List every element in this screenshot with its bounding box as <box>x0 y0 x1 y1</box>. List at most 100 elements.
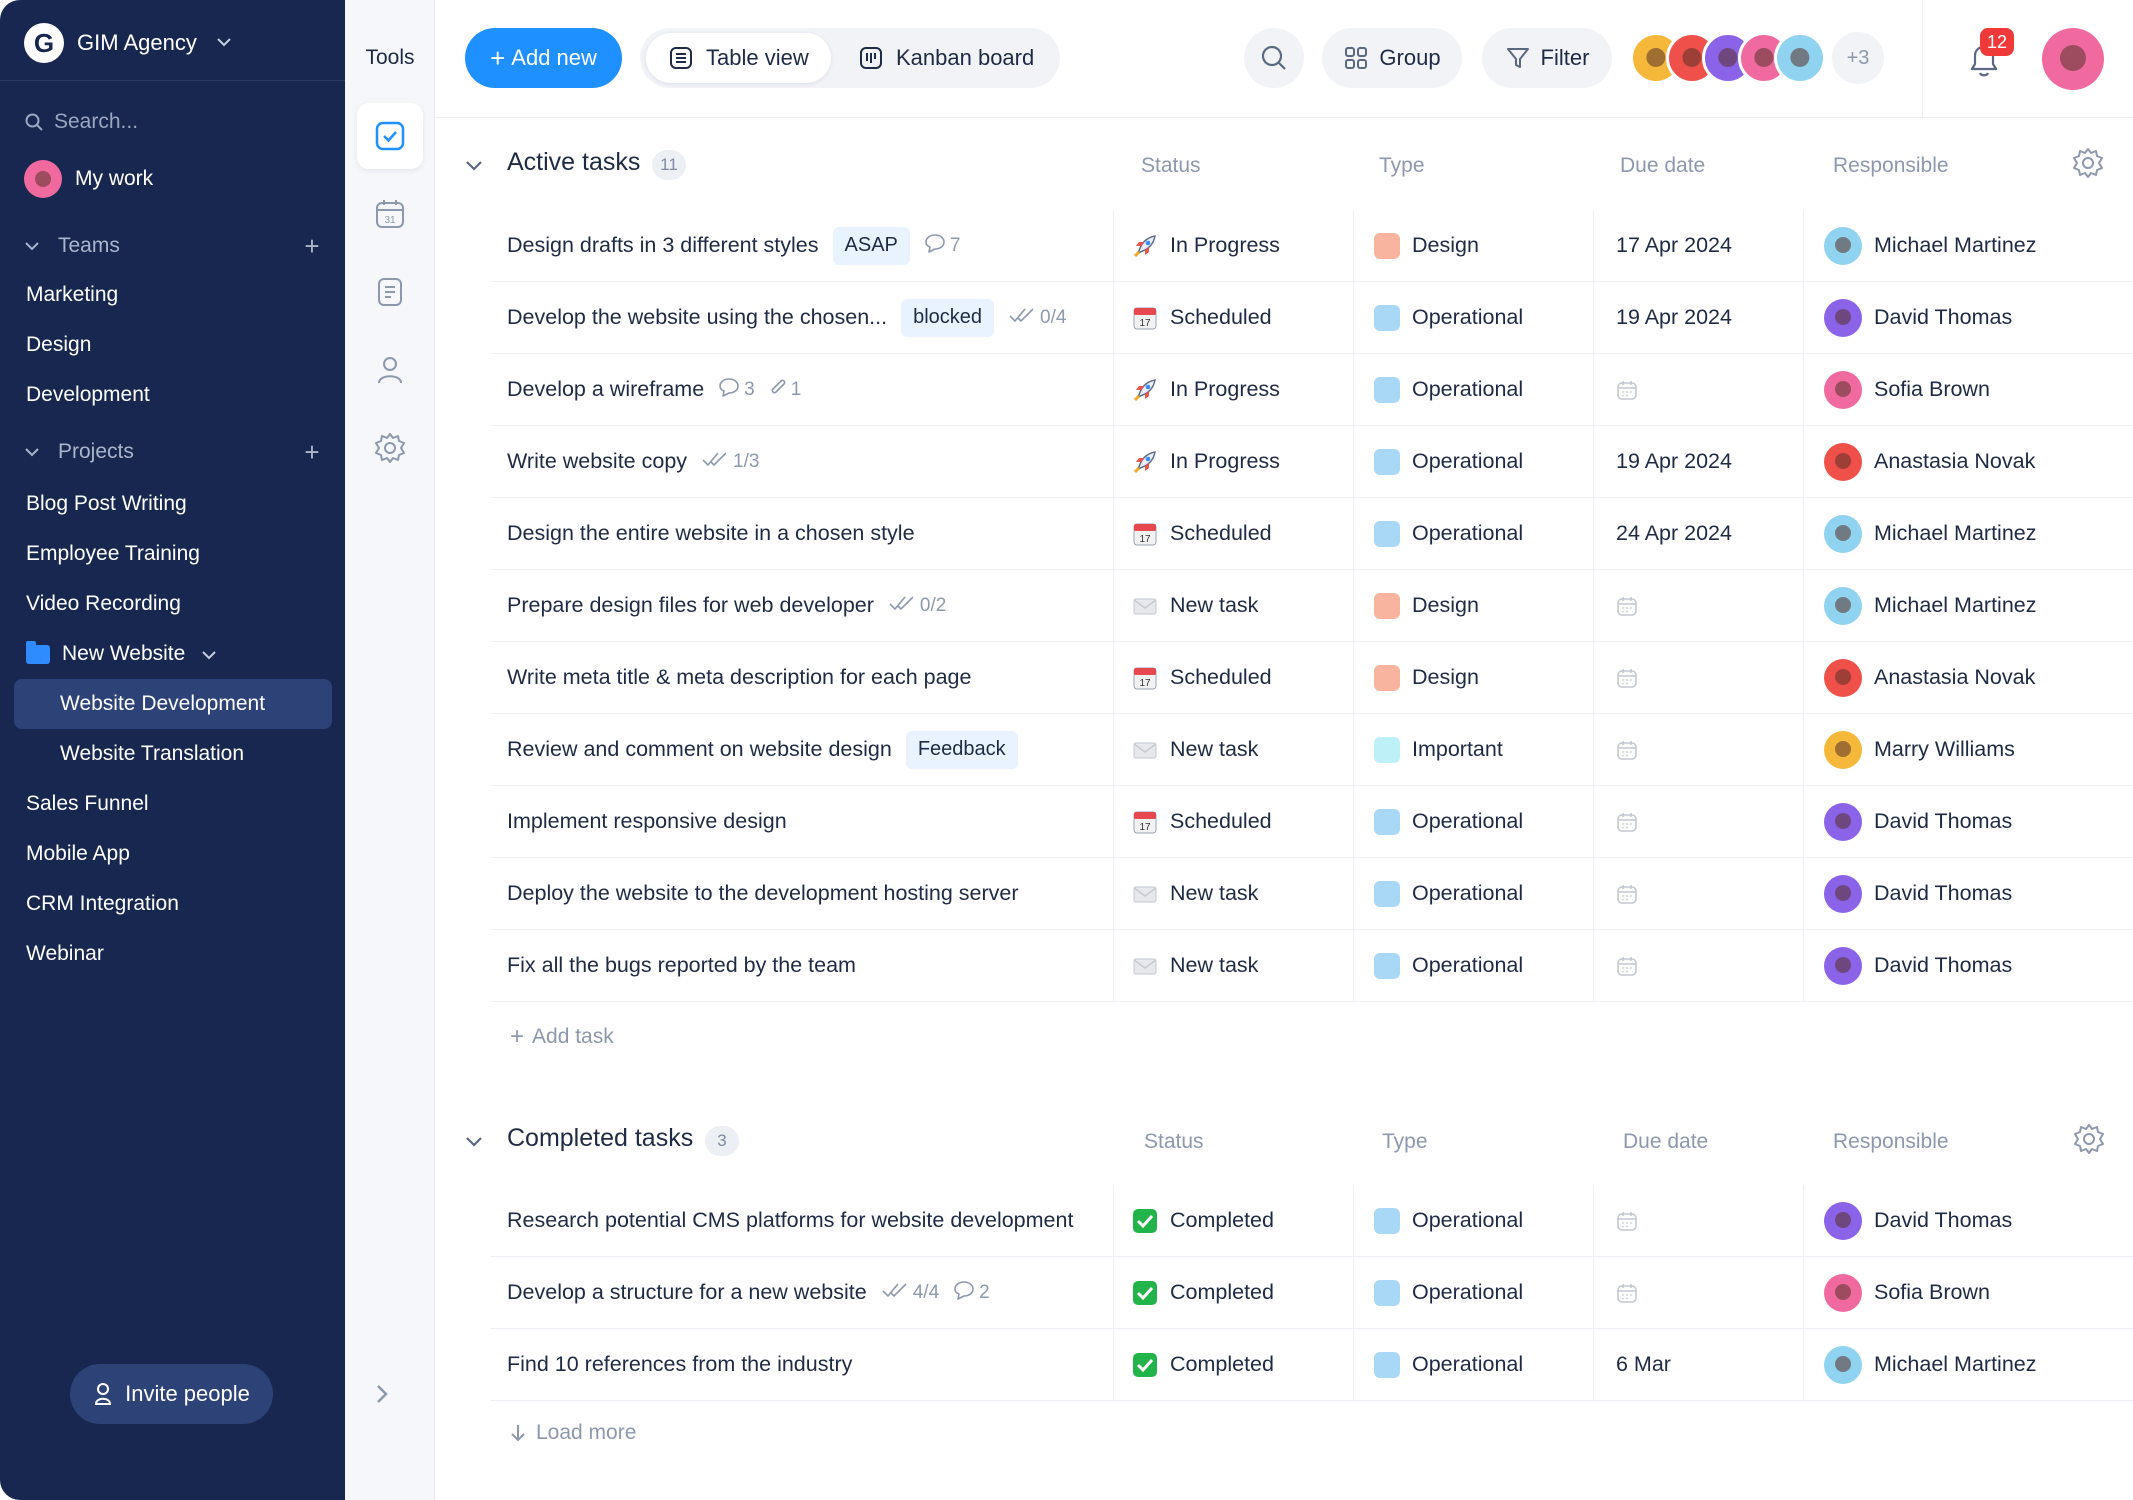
member-avatars[interactable]: +3 <box>1630 30 1884 86</box>
due-date-cell[interactable]: 6 Mar <box>1593 1329 1803 1400</box>
invite-people-button[interactable]: Invite people <box>70 1364 273 1424</box>
table-row[interactable]: Develop a wireframe 3 1 In Progress Operatio… <box>490 354 2133 426</box>
responsible-cell[interactable]: Michael Martinez <box>1803 1329 2133 1400</box>
sidebar-item-project[interactable]: Video Recording <box>14 579 332 629</box>
responsible-cell[interactable]: Marry Williams <box>1803 714 2133 785</box>
my-work-link[interactable]: My work <box>24 160 153 198</box>
task-cell[interactable]: Design drafts in 3 different styles ASAP 7 <box>507 210 1127 281</box>
status-cell[interactable]: In Progress <box>1113 354 1353 425</box>
table-row[interactable]: Research potential CMS platforms for web… <box>490 1185 2133 1257</box>
status-cell[interactable]: 17 Scheduled <box>1113 786 1353 857</box>
due-date-cell[interactable]: 19 Apr 2024 <box>1593 282 1803 353</box>
due-date-cell[interactable] <box>1593 354 1803 425</box>
responsible-cell[interactable]: David Thomas <box>1803 930 2133 1001</box>
table-row[interactable]: Fix all the bugs reported by the team New… <box>490 930 2133 1002</box>
type-cell[interactable]: Design <box>1353 642 1593 713</box>
sidebar-item-team[interactable]: Design <box>14 320 332 370</box>
responsible-cell[interactable]: Michael Martinez <box>1803 498 2133 569</box>
task-tag[interactable]: Feedback <box>905 730 1018 769</box>
type-cell[interactable]: Design <box>1353 210 1593 281</box>
table-row[interactable]: Write website copy 1/3 In Progress Operatio… <box>490 426 2133 498</box>
load-more-button[interactable]: Load more <box>510 1421 636 1445</box>
type-cell[interactable]: Operational <box>1353 498 1593 569</box>
type-cell[interactable]: Operational <box>1353 354 1593 425</box>
add-task-button[interactable]: + Add task <box>510 1023 614 1051</box>
type-cell[interactable]: Operational <box>1353 786 1593 857</box>
tab-table-view[interactable]: Table view <box>646 33 831 83</box>
filter-button[interactable]: Filter <box>1482 28 1612 88</box>
responsible-cell[interactable]: Sofia Brown <box>1803 1257 2133 1328</box>
sidebar-item-team[interactable]: Development <box>14 370 332 420</box>
task-cell[interactable]: Implement responsive design <box>507 786 1127 857</box>
status-cell[interactable]: In Progress <box>1113 210 1353 281</box>
calendar-icon[interactable] <box>1616 1210 1638 1232</box>
sidebar-item-project[interactable]: Website Translation <box>14 729 332 779</box>
due-date-cell[interactable] <box>1593 930 1803 1001</box>
column-header-status[interactable]: Status <box>1144 1130 1204 1154</box>
sidebar-folder[interactable]: New Website <box>14 629 332 679</box>
status-cell[interactable]: 17 Scheduled <box>1113 642 1353 713</box>
task-cell[interactable]: Write website copy 1/3 <box>507 426 1127 497</box>
user-avatar[interactable] <box>2042 28 2104 90</box>
table-row[interactable]: Review and comment on website design Feed… <box>490 714 2133 786</box>
task-cell[interactable]: Deploy the website to the development ho… <box>507 858 1127 929</box>
status-cell[interactable]: 17 Scheduled <box>1113 498 1353 569</box>
calendar-icon[interactable] <box>1616 811 1638 833</box>
chevron-down-icon[interactable] <box>465 1132 483 1153</box>
add-project-icon[interactable]: + <box>300 437 324 468</box>
sidebar-item-project[interactable]: Webinar <box>14 929 332 979</box>
workspace-switcher[interactable]: G GIM Agency <box>24 23 232 63</box>
due-date-cell[interactable] <box>1593 1185 1803 1256</box>
tab-kanban-board[interactable]: Kanban board <box>836 33 1056 83</box>
task-tag[interactable]: blocked <box>901 298 995 337</box>
calendar-icon[interactable] <box>1616 739 1638 761</box>
calendar-tool-button[interactable]: 31 <box>357 181 423 247</box>
responsible-cell[interactable]: David Thomas <box>1803 786 2133 857</box>
table-row[interactable]: Prepare design files for web developer 0/… <box>490 570 2133 642</box>
task-cell[interactable]: Find 10 references from the industry <box>507 1329 1127 1400</box>
calendar-icon[interactable] <box>1616 595 1638 617</box>
table-row[interactable]: Write meta title & meta description for … <box>490 642 2133 714</box>
search-button[interactable] <box>1244 28 1304 88</box>
add-team-icon[interactable]: + <box>300 231 324 262</box>
calendar-icon[interactable] <box>1616 883 1638 905</box>
task-cell[interactable]: Develop a wireframe 3 1 <box>507 354 1127 425</box>
column-header-status[interactable]: Status <box>1141 154 1201 178</box>
due-date-cell[interactable] <box>1593 714 1803 785</box>
task-cell[interactable]: Research potential CMS platforms for web… <box>507 1185 1127 1256</box>
responsible-cell[interactable]: David Thomas <box>1803 858 2133 929</box>
status-cell[interactable]: 17 Scheduled <box>1113 282 1353 353</box>
due-date-cell[interactable] <box>1593 858 1803 929</box>
responsible-cell[interactable]: Anastasia Novak <box>1803 642 2133 713</box>
responsible-cell[interactable]: David Thomas <box>1803 1185 2133 1256</box>
chevron-right-icon[interactable] <box>375 1380 389 1412</box>
gear-icon[interactable] <box>2072 1122 2112 1162</box>
responsible-cell[interactable]: David Thomas <box>1803 282 2133 353</box>
type-cell[interactable]: Operational <box>1353 1329 1593 1400</box>
settings-tool-button[interactable] <box>357 415 423 481</box>
table-row[interactable]: Develop the website using the chosen... b… <box>490 282 2133 354</box>
type-cell[interactable]: Operational <box>1353 930 1593 1001</box>
calendar-icon[interactable] <box>1616 667 1638 689</box>
status-cell[interactable]: New task <box>1113 570 1353 641</box>
table-row[interactable]: Develop a structure for a new website 4/4… <box>490 1257 2133 1329</box>
people-tool-button[interactable] <box>357 337 423 403</box>
tasks-tool-button[interactable] <box>357 103 423 169</box>
status-cell[interactable]: Completed <box>1113 1329 1353 1400</box>
status-cell[interactable]: New task <box>1113 858 1353 929</box>
sidebar-search[interactable]: Search... <box>24 106 138 138</box>
docs-tool-button[interactable] <box>357 259 423 325</box>
due-date-cell[interactable]: 17 Apr 2024 <box>1593 210 1803 281</box>
calendar-icon[interactable] <box>1616 379 1638 401</box>
type-cell[interactable]: Operational <box>1353 1257 1593 1328</box>
task-cell[interactable]: Develop the website using the chosen... b… <box>507 282 1127 353</box>
responsible-cell[interactable]: Michael Martinez <box>1803 210 2133 281</box>
status-cell[interactable]: New task <box>1113 930 1353 1001</box>
task-cell[interactable]: Develop a structure for a new website 4/4… <box>507 1257 1127 1328</box>
type-cell[interactable]: Operational <box>1353 282 1593 353</box>
type-cell[interactable]: Operational <box>1353 858 1593 929</box>
column-header-due-date[interactable]: Due date <box>1623 1130 1708 1154</box>
sidebar-item-project[interactable]: Mobile App <box>14 829 332 879</box>
due-date-cell[interactable] <box>1593 786 1803 857</box>
add-new-button[interactable]: + Add new <box>465 28 622 88</box>
